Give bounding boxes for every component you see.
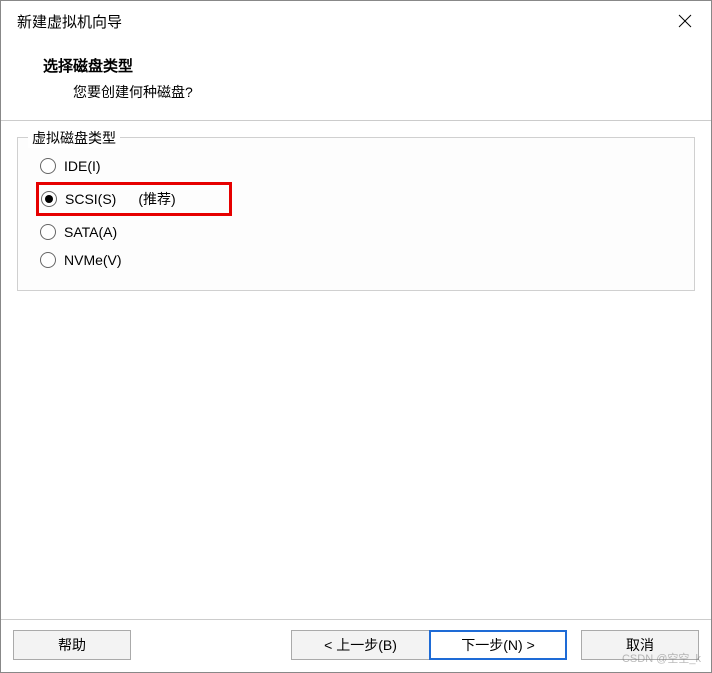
radio-label: NVMe(V) (64, 252, 122, 268)
radio-icon (40, 252, 56, 268)
radio-label: IDE(I) (64, 158, 101, 174)
radio-ide[interactable]: IDE(I) (36, 152, 676, 180)
group-legend: 虚拟磁盘类型 (28, 128, 120, 148)
back-button[interactable]: < 上一步(B) (291, 630, 429, 660)
radio-icon (41, 191, 57, 207)
cancel-button[interactable]: 取消 (581, 630, 699, 660)
window-title: 新建虚拟机向导 (17, 11, 122, 32)
next-button[interactable]: 下一步(N) > (429, 630, 567, 660)
close-icon (678, 14, 692, 28)
disk-type-group: 虚拟磁盘类型 IDE(I) SCSI(S) (推荐) SATA(A) NVMe(… (17, 137, 695, 291)
radio-icon (40, 158, 56, 174)
radio-icon (40, 224, 56, 240)
wizard-footer: 帮助 < 上一步(B) 下一步(N) > 取消 (1, 619, 711, 672)
help-button[interactable]: 帮助 (13, 630, 131, 660)
radio-sata[interactable]: SATA(A) (36, 218, 676, 246)
close-button[interactable] (673, 9, 697, 33)
page-title: 选择磁盘类型 (43, 55, 695, 76)
wizard-body: 虚拟磁盘类型 IDE(I) SCSI(S) (推荐) SATA(A) NVMe(… (1, 121, 711, 619)
radio-label: SCSI(S) (65, 191, 116, 207)
wizard-header: 选择磁盘类型 您要创建何种磁盘? (1, 41, 711, 121)
radio-nvme[interactable]: NVMe(V) (36, 246, 676, 274)
radio-scsi[interactable]: SCSI(S) (推荐) (36, 182, 232, 216)
page-subtitle: 您要创建何种磁盘? (43, 82, 695, 102)
radio-hint: (推荐) (138, 189, 175, 209)
radio-label: SATA(A) (64, 224, 117, 240)
titlebar: 新建虚拟机向导 (1, 1, 711, 41)
